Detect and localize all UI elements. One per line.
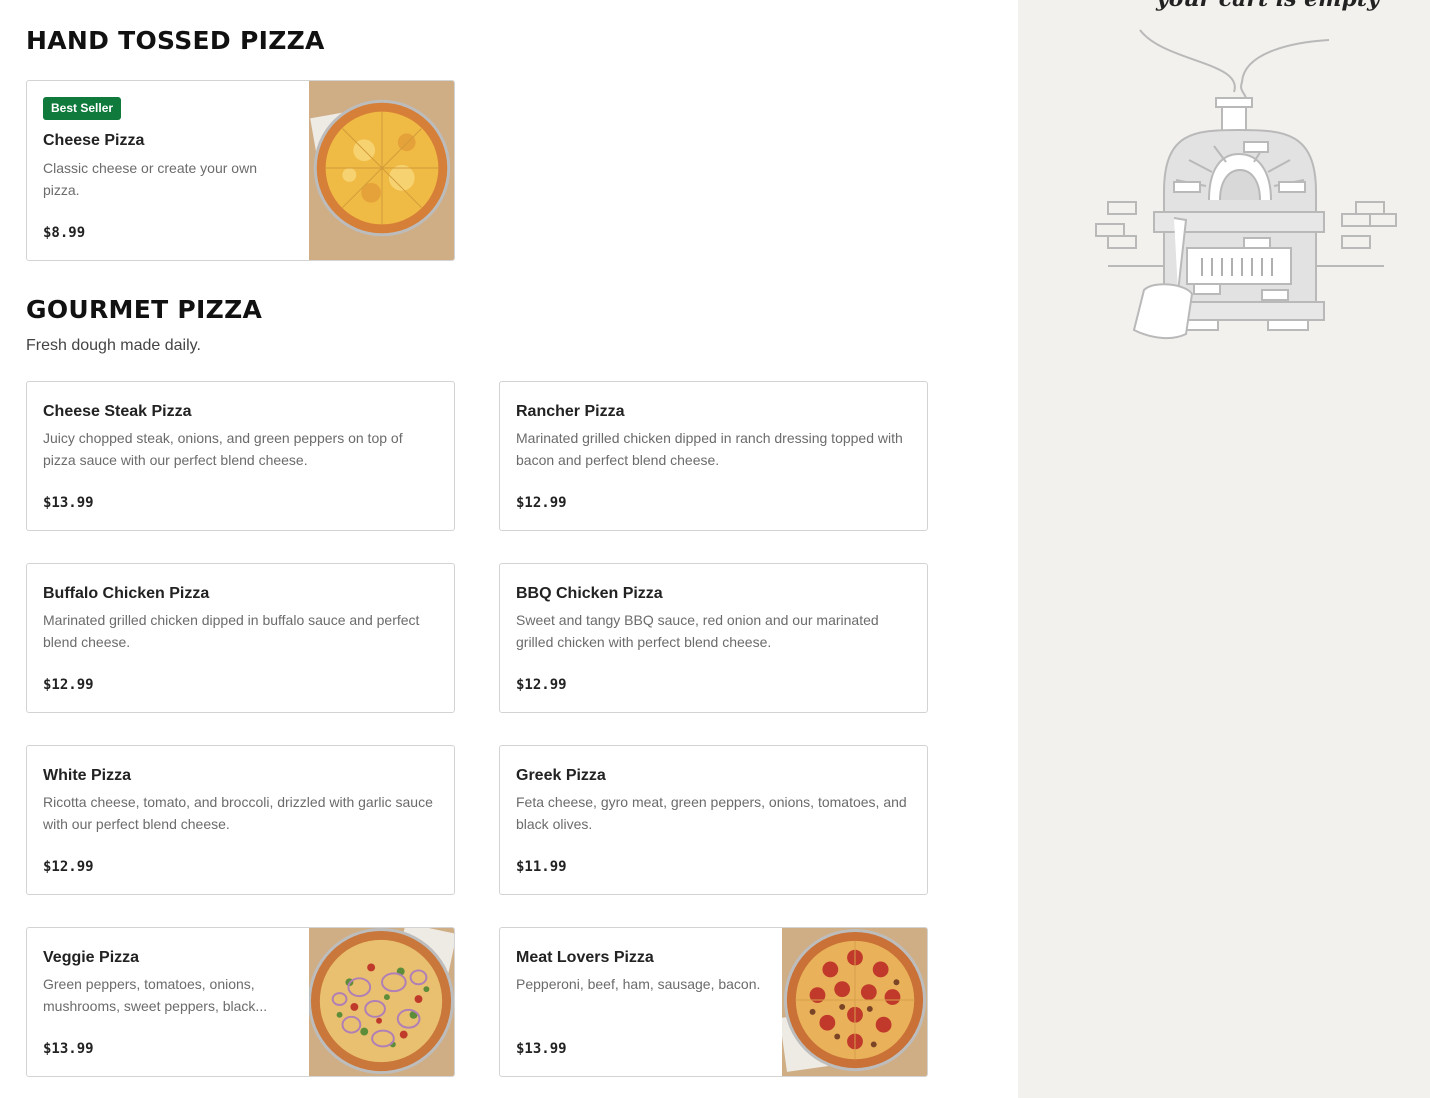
item-price: $13.99 [43,495,94,511]
menu-item-cheese-steak-pizza[interactable]: Cheese Steak Pizza Juicy chopped steak, … [26,381,455,531]
item-description: Pepperoni, beef, ham, sausage, bacon. [516,976,761,992]
best-seller-badge: Best Seller [43,97,122,120]
item-name: Cheese Pizza [43,132,145,149]
item-description: Classic cheese or create your own pizza. [43,160,257,198]
item-price: $8.99 [43,225,86,241]
item-description: Marinated grilled chicken dipped in ranc… [516,430,903,468]
item-name: Buffalo Chicken Pizza [43,585,210,602]
item-name: Greek Pizza [516,767,606,784]
cart-panel: your cart is empty [1018,0,1430,1098]
menu-item-meat-lovers-pizza[interactable]: Meat Lovers Pizza Pepperoni, beef, ham, … [499,927,928,1077]
item-description: Green peppers, tomatoes, onions, mushroo… [43,976,268,1014]
section-title-hand-tossed: HAND TOSSED PIZZA [26,26,325,55]
meat-lovers-pizza-image [782,928,927,1076]
item-price: $12.99 [43,859,94,875]
item-price: $13.99 [43,1041,94,1057]
item-description: Marinated grilled chicken dipped in buff… [43,612,420,650]
item-name: White Pizza [43,767,132,784]
section-subtitle: Fresh dough made daily. [26,337,201,354]
item-price: $12.99 [516,495,567,511]
cart-empty-message: your cart is empty [1156,0,1380,12]
cheese-pizza-image [309,81,454,260]
item-price: $12.99 [43,677,94,693]
menu-item-white-pizza[interactable]: White Pizza Ricotta cheese, tomato, and … [26,745,455,895]
menu-item-veggie-pizza[interactable]: Veggie Pizza Green peppers, tomatoes, on… [26,927,455,1077]
item-name: BBQ Chicken Pizza [516,585,663,602]
item-description: Sweet and tangy BBQ sauce, red onion and… [516,612,879,650]
menu-item-buffalo-chicken-pizza[interactable]: Buffalo Chicken Pizza Marinated grilled … [26,563,455,713]
item-price: $13.99 [516,1041,567,1057]
item-price: $12.99 [516,677,567,693]
item-description: Juicy chopped steak, onions, and green p… [43,430,403,468]
item-name: Meat Lovers Pizza [516,949,654,966]
item-name: Veggie Pizza [43,949,140,966]
item-name: Rancher Pizza [516,403,625,420]
menu-item-cheese-pizza[interactable]: Best Seller Cheese Pizza Classic cheese … [26,80,455,261]
pizza-oven-illustration [1094,22,1398,346]
item-description: Feta cheese, gyro meat, green peppers, o… [516,794,907,832]
item-description: Ricotta cheese, tomato, and broccoli, dr… [43,794,433,832]
item-price: $11.99 [516,859,567,875]
veggie-pizza-image [309,928,454,1076]
menu-item-rancher-pizza[interactable]: Rancher Pizza Marinated grilled chicken … [499,381,928,531]
section-title-gourmet: GOURMET PIZZA [26,295,263,324]
menu-item-greek-pizza[interactable]: Greek Pizza Feta cheese, gyro meat, gree… [499,745,928,895]
menu-item-bbq-chicken-pizza[interactable]: BBQ Chicken Pizza Sweet and tangy BBQ sa… [499,563,928,713]
item-name: Cheese Steak Pizza [43,403,192,420]
menu-content: HAND TOSSED PIZZA Best Seller Cheese Piz… [0,0,1018,1098]
